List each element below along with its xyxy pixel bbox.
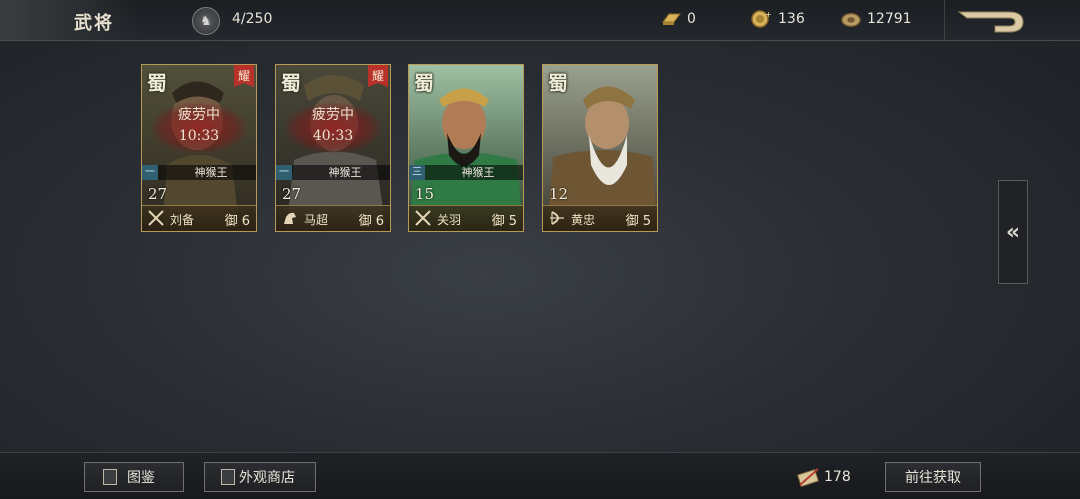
hero-card-guanyu[interactable]: 蜀 三 神猴王 15 关羽 御5: [408, 64, 524, 232]
book-icon: [103, 469, 117, 485]
bow-icon: [550, 211, 564, 225]
faction-mark: 蜀: [414, 71, 434, 95]
page-title: 武将: [74, 13, 114, 34]
hero-name: 黄忠: [571, 213, 596, 227]
hero-info-bar: 马超 御6: [276, 205, 390, 231]
faction-mark: 蜀: [281, 71, 301, 95]
skill-bar: 一 神猴王: [276, 165, 390, 180]
crossed-spears-icon: [148, 210, 164, 226]
skill-name: 神猴王: [461, 166, 495, 179]
double-chevron-left-icon: «: [1005, 219, 1021, 245]
hero-card-machao[interactable]: 蜀 耀 疲劳中 40:33 一 神猴王 27 马超 御6: [275, 64, 391, 232]
shop-label: 外观商店: [239, 470, 295, 486]
shop-icon: [221, 469, 235, 485]
hero-name: 关羽: [437, 213, 462, 227]
svg-text:+: +: [765, 10, 772, 19]
horse-icon: [284, 212, 296, 224]
expand-panel-button[interactable]: «: [998, 180, 1028, 284]
fatigue-label: 疲劳中: [178, 107, 220, 123]
cost-value: 5: [508, 214, 517, 229]
fatigue-label: 疲劳中: [312, 107, 354, 123]
fatigue-timer: 10:33: [178, 128, 220, 144]
hero-card-huangzhong[interactable]: 蜀 12 黄忠 御5: [542, 64, 658, 232]
hero-count: 4/250: [232, 11, 273, 27]
hero-info-bar: 刘备 御6: [142, 205, 256, 231]
hero-cost: 御5: [626, 210, 651, 229]
skill-rank: 三: [409, 165, 425, 180]
gold-bar-value: 0: [687, 11, 696, 27]
go-obtain-button[interactable]: 前往获取: [885, 462, 981, 492]
cost-label: 御: [224, 214, 238, 229]
faction-mark: 蜀: [147, 71, 167, 95]
cost-value: 6: [241, 214, 250, 229]
hero-count-icon: ♞: [192, 7, 220, 35]
fatigue-timer: 40:33: [312, 128, 354, 144]
fatigue-status: 疲劳中 10:33: [142, 105, 256, 147]
fatigue-status: 疲劳中 40:33: [276, 105, 390, 147]
top-bar: 武将 ♞ 4/250 0 + 136 12791: [0, 0, 1080, 41]
hero-name: 马超: [304, 213, 329, 227]
hero-level: 15: [415, 185, 435, 203]
skill-rank: 一: [276, 165, 292, 180]
hero-info-bar: 黄忠 御5: [543, 205, 657, 231]
hero-info-bar: 关羽 御5: [409, 205, 523, 231]
return-arrow-icon: [957, 11, 1024, 33]
cost-label: 御: [625, 214, 639, 229]
cost-value: 5: [642, 214, 651, 229]
recruit-scroll-icon: [796, 468, 820, 488]
skill-bar: 三 神猴王: [409, 165, 523, 180]
crossed-spears-icon: [415, 210, 431, 226]
faction-mark: 蜀: [548, 71, 568, 95]
coin-value: 136: [778, 11, 805, 27]
appearance-shop-button[interactable]: 外观商店: [204, 462, 316, 492]
skill-name: 神猴王: [328, 166, 362, 179]
coin-icon[interactable]: +: [750, 9, 772, 29]
hero-level: 12: [549, 185, 569, 203]
cost-label: 御: [491, 214, 505, 229]
go-obtain-label: 前往获取: [905, 470, 961, 486]
skill-rank: 一: [142, 165, 158, 180]
catalog-button[interactable]: 图鉴: [84, 462, 184, 492]
skill-bar: 一 神猴王: [142, 165, 256, 180]
copper-icon[interactable]: [840, 9, 862, 29]
return-button[interactable]: [944, 0, 1080, 40]
hero-card-liubei[interactable]: 蜀 耀 疲劳中 10:33 一 神猴王 27 刘备 御6: [141, 64, 257, 232]
skill-name: 神猴王: [194, 166, 228, 179]
hero-level: 27: [282, 185, 302, 203]
hero-cost: 御6: [359, 210, 384, 229]
hero-level: 27: [148, 185, 168, 203]
catalog-label: 图鉴: [127, 470, 155, 486]
scroll-count: 178: [824, 469, 851, 485]
cost-value: 6: [375, 214, 384, 229]
hero-cost: 御5: [492, 210, 517, 229]
copper-value: 12791: [867, 11, 912, 27]
gold-bar-icon[interactable]: [660, 9, 682, 29]
cost-label: 御: [358, 214, 372, 229]
hero-name: 刘备: [170, 213, 195, 227]
hero-cost: 御6: [225, 210, 250, 229]
top-bar-decoration: [0, 0, 140, 40]
